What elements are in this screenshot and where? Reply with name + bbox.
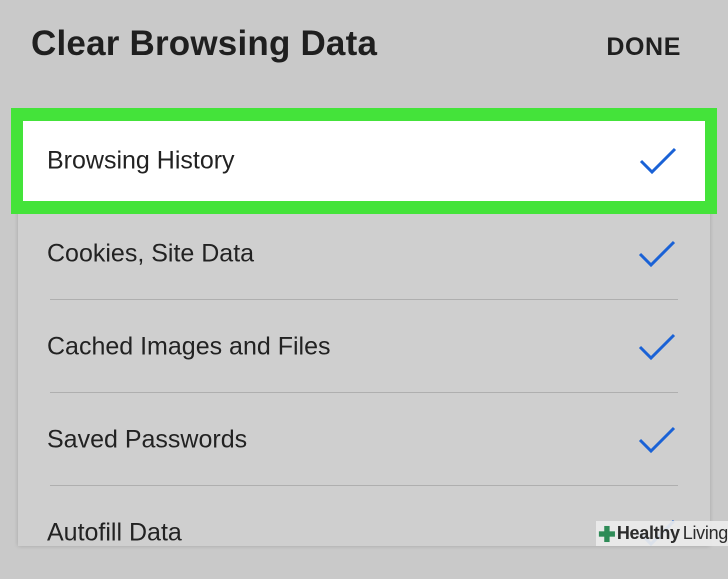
divider (50, 392, 678, 393)
option-cached-images-files[interactable]: Cached Images and Files (18, 300, 710, 393)
option-label: Cached Images and Files (47, 332, 331, 360)
medical-cross-icon (598, 525, 615, 542)
watermark-brand-bold: Healthy (616, 523, 680, 543)
page-title: Clear Browsing Data (31, 24, 378, 63)
healthy-living-watermark: Healthy Living (596, 521, 728, 546)
app-header: Clear Browsing Data DONE (0, 0, 728, 100)
checkmark-icon[interactable] (638, 332, 676, 362)
done-button[interactable]: DONE (606, 33, 681, 62)
option-label: Autofill Data (47, 518, 182, 546)
option-label: Saved Passwords (47, 425, 248, 453)
option-cookies-site-data[interactable]: Cookies, Site Data (18, 207, 710, 300)
checkmark-icon[interactable] (639, 146, 677, 176)
option-browsing-history[interactable]: Browsing History (23, 121, 705, 201)
option-label: Cookies, Site Data (47, 239, 255, 267)
watermark-brand-light: Living (682, 523, 728, 543)
checkmark-icon[interactable] (638, 425, 676, 455)
checkmark-icon[interactable] (638, 239, 676, 269)
option-saved-passwords[interactable]: Saved Passwords (18, 392, 710, 486)
option-browsing-history-highlight[interactable]: Browsing History (11, 108, 717, 214)
option-label: Browsing History (47, 146, 235, 175)
